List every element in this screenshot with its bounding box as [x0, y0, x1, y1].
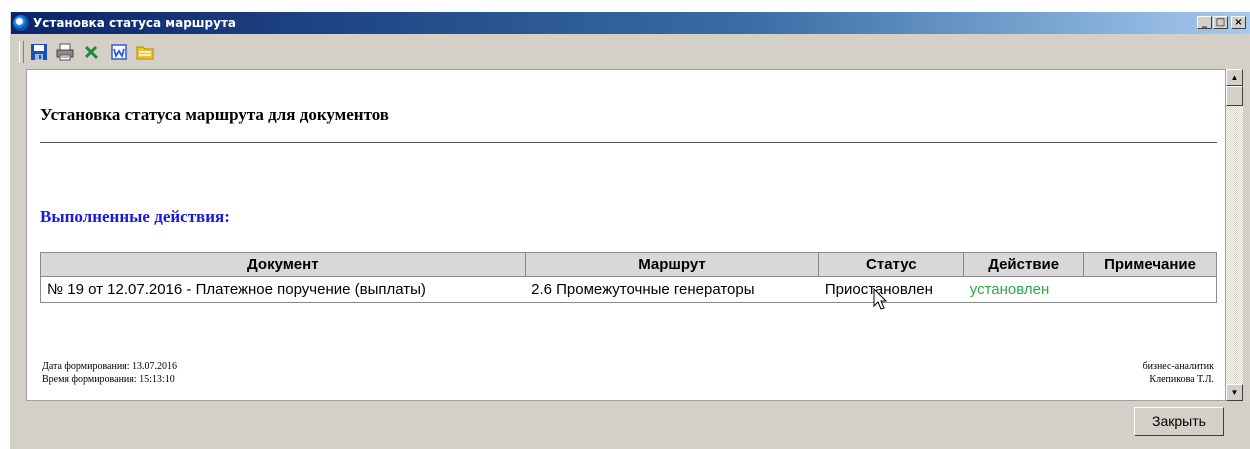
title-bar[interactable]: Установка статуса маршрута _ □ ×	[11, 12, 1250, 34]
author-name: Клепикова Т.Л.	[1149, 374, 1214, 385]
vertical-scrollbar[interactable]: ▲ ▼	[1226, 69, 1243, 401]
maximize-button[interactable]: □	[1213, 16, 1228, 29]
minimize-button[interactable]: _	[1197, 16, 1212, 29]
table-header-row: Документ Маршрут Статус Действие Примеча…	[40, 252, 1217, 277]
generation-time: Время формирования: 15:13:10	[42, 374, 175, 385]
header-action: Действие	[963, 252, 1085, 277]
cell-action: установлен	[963, 276, 1084, 303]
scroll-down-icon[interactable]: ▼	[1226, 384, 1243, 401]
section-title: Выполненные действия:	[40, 207, 230, 226]
cell-note	[1083, 276, 1217, 303]
toolbar-grip-icon[interactable]	[19, 41, 24, 63]
word-icon[interactable]	[110, 43, 128, 61]
header-note: Примечание	[1083, 252, 1217, 277]
cell-status: Приостановлен	[818, 276, 964, 303]
cell-route: 2.6 Промежуточные генераторы	[525, 276, 819, 303]
header-status: Статус	[818, 252, 965, 277]
excel-icon[interactable]	[83, 43, 101, 61]
report-title: Установка статуса маршрута для документо…	[40, 105, 389, 124]
footer-left: Дата формирования: 13.07.2016 Время форм…	[42, 360, 177, 386]
footer-right: бизнес-аналитик Клепикова Т.Л.	[1143, 360, 1214, 386]
header-route: Маршрут	[524, 252, 820, 277]
window-title: Установка статуса маршрута	[33, 16, 237, 30]
cell-document: № 19 от 12.07.2016 - Платежное поручение…	[40, 276, 526, 303]
table-row: № 19 от 12.07.2016 - Платежное поручение…	[40, 276, 1217, 303]
folder-icon[interactable]	[136, 43, 154, 61]
mouse-cursor-icon	[873, 288, 888, 310]
toolbar	[11, 37, 1250, 67]
close-window-button[interactable]: ×	[1231, 16, 1246, 29]
close-button[interactable]: Закрыть	[1134, 407, 1224, 436]
print-icon[interactable]	[56, 43, 74, 61]
route-status-window: Установка статуса маршрута _ □ × Установ…	[10, 12, 1250, 449]
generation-date: Дата формирования: 13.07.2016	[42, 361, 178, 372]
save-icon[interactable]	[30, 43, 48, 61]
scroll-up-icon[interactable]: ▲	[1226, 69, 1243, 86]
header-document: Документ	[40, 252, 526, 277]
app-icon	[13, 15, 29, 31]
results-table: Документ Маршрут Статус Действие Примеча…	[40, 252, 1217, 303]
scroll-track[interactable]	[1226, 86, 1243, 384]
title-divider	[40, 142, 1217, 143]
author-role: бизнес-аналитик	[1142, 361, 1214, 372]
report-view: Установка статуса маршрута для документо…	[26, 69, 1226, 401]
scroll-thumb[interactable]	[1226, 86, 1243, 106]
